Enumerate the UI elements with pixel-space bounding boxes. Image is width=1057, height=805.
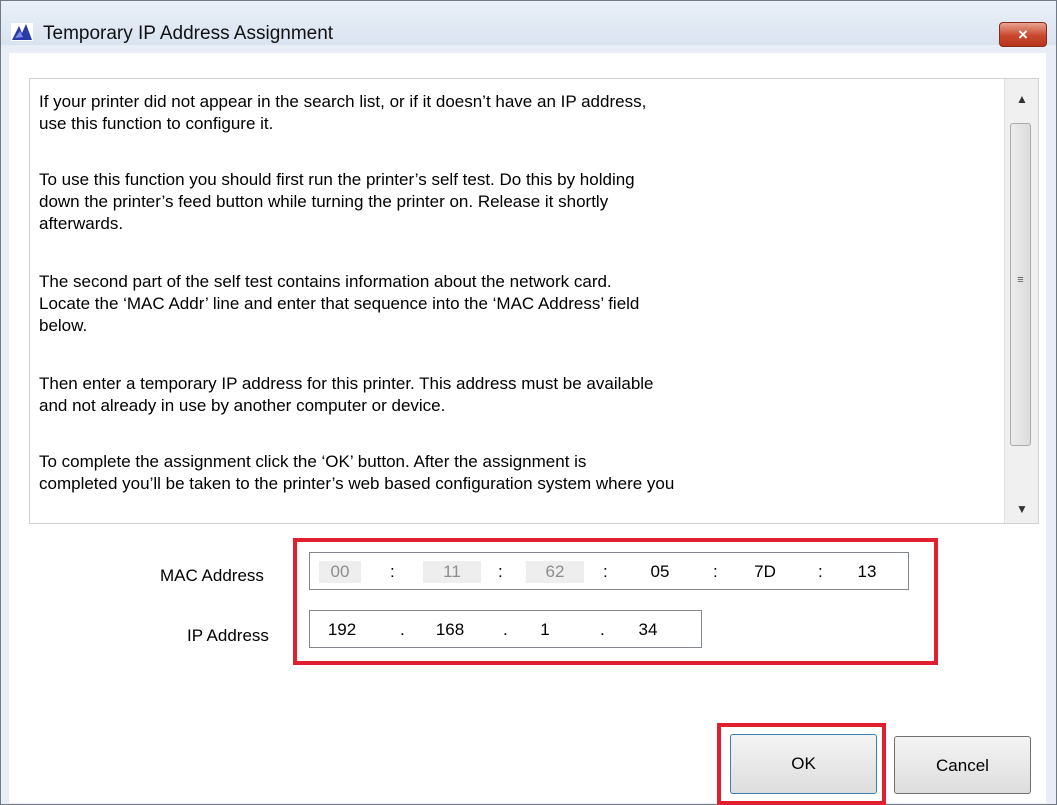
close-button[interactable]: × bbox=[999, 22, 1047, 47]
vertical-scrollbar[interactable]: ▲ ≡ ▼ bbox=[1004, 79, 1038, 523]
cancel-button[interactable]: Cancel bbox=[894, 736, 1031, 794]
instructions-paragraph: If your printer did not appear in the se… bbox=[39, 91, 999, 135]
scroll-thumb[interactable]: ≡ bbox=[1010, 123, 1031, 446]
instructions-line: below. bbox=[39, 316, 88, 335]
ok-highlight-box bbox=[717, 723, 886, 805]
instructions-textbox[interactable]: If your printer did not appear in the se… bbox=[29, 78, 1039, 524]
ip-address-label: IP Address bbox=[187, 626, 269, 645]
instructions-line: use this function to configure it. bbox=[39, 114, 274, 133]
grip-icon: ≡ bbox=[1017, 274, 1024, 286]
title-bar[interactable]: Temporary IP Address Assignment × bbox=[1, 1, 1056, 47]
instructions-line: and not already in use by another comput… bbox=[39, 396, 446, 415]
app-icon bbox=[11, 23, 33, 41]
instructions-paragraph: To complete the assignment click the ‘OK… bbox=[39, 451, 999, 495]
instructions-line: To use this function you should first ru… bbox=[39, 170, 635, 189]
instructions-line: To complete the assignment click the ‘OK… bbox=[39, 452, 587, 471]
instructions-line: completed you’ll be taken to the printer… bbox=[39, 474, 675, 493]
instructions-line: Then enter a temporary IP address for th… bbox=[39, 374, 654, 393]
instructions-line: down the printer’s feed button while tur… bbox=[39, 192, 609, 211]
scroll-up-arrow-icon[interactable]: ▲ bbox=[1005, 89, 1038, 109]
instructions-paragraph: Then enter a temporary IP address for th… bbox=[39, 373, 999, 417]
mac-address-label: MAC Address bbox=[160, 566, 264, 585]
instructions-line: If your printer did not appear in the se… bbox=[39, 92, 647, 111]
instructions-paragraph: To use this function you should first ru… bbox=[39, 169, 999, 235]
instructions-line: Locate the ‘MAC Addr’ line and enter tha… bbox=[39, 294, 640, 313]
instructions-line: afterwards. bbox=[39, 214, 124, 233]
fields-highlight-box bbox=[293, 538, 938, 665]
scroll-down-arrow-icon[interactable]: ▼ bbox=[1005, 499, 1038, 519]
window-title: Temporary IP Address Assignment bbox=[43, 23, 334, 44]
instructions-line: The second part of the self test contain… bbox=[39, 272, 612, 291]
instructions-paragraph: The second part of the self test contain… bbox=[39, 271, 999, 337]
